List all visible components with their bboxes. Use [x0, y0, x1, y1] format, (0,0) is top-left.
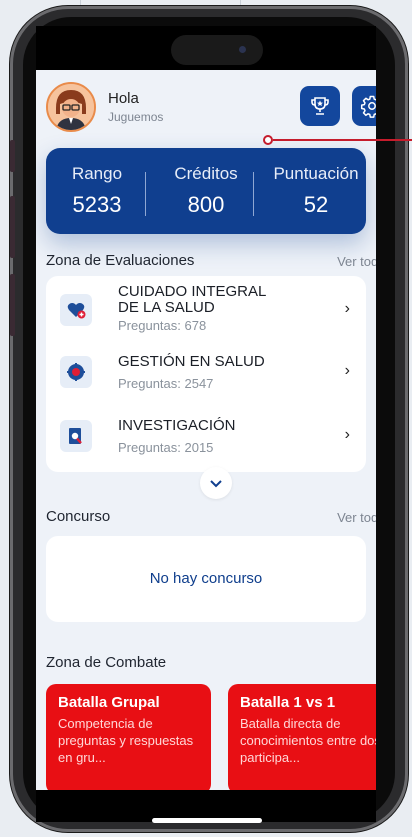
research-icon: [60, 420, 92, 452]
battle-title: Batalla 1 vs 1: [240, 694, 336, 711]
stat-label: Rango: [71, 164, 123, 183]
divider: [253, 172, 254, 216]
group-battle-card[interactable]: Batalla Grupal Competencia de preguntas …: [46, 684, 211, 790]
stat-rank: Rango 5233: [60, 164, 134, 218]
chevron-right-icon: ›: [344, 300, 350, 317]
evaluation-name: GESTIÓN EN SALUD: [118, 353, 265, 370]
list-item[interactable]: CUIDADO INTEGRAL DE LA SALUD Preguntas: …: [46, 280, 366, 340]
greeting-text: Hola: [108, 90, 139, 107]
annotation-line: [273, 139, 412, 141]
trophy-button[interactable]: [300, 86, 340, 126]
evaluation-name: INVESTIGACIÓN: [118, 417, 236, 434]
divider: [145, 172, 146, 216]
settings-button[interactable]: [352, 86, 376, 126]
evaluation-name: CUIDADO INTEGRAL DE LA SALUD: [118, 283, 266, 316]
chevron-right-icon: ›: [344, 362, 350, 379]
duel-battle-card[interactable]: Batalla 1 vs 1 Batalla directa de conoci…: [228, 684, 376, 790]
contest-card: No hay concurso: [46, 536, 366, 622]
evaluations-title: Zona de Evaluaciones: [46, 252, 195, 269]
evaluation-count: Preguntas: 2015: [118, 440, 214, 455]
greeting-subtitle: Juguemos: [108, 110, 164, 124]
phone-side-button: [10, 196, 15, 258]
avatar[interactable]: [46, 82, 96, 132]
empty-contest-text: No hay concurso: [149, 570, 263, 587]
heart-health-icon: [60, 294, 92, 326]
combat-title: Zona de Combate: [46, 654, 167, 671]
contest-see-all-link[interactable]: Ver todos: [337, 510, 376, 525]
stat-label: Créditos: [174, 164, 238, 183]
battle-description: Batalla directa de conocimientos entre d…: [240, 716, 376, 765]
stats-card: Rango 5233 Créditos 800 Puntuación 52: [46, 148, 366, 234]
gear-icon: [360, 95, 376, 118]
trophy-icon: [311, 97, 329, 115]
home-indicator[interactable]: [152, 818, 262, 823]
management-icon: [60, 356, 92, 388]
stat-value: 5233: [72, 192, 122, 217]
evaluations-list: CUIDADO INTEGRAL DE LA SALUD Preguntas: …: [46, 276, 366, 472]
stat-credits: Créditos 800: [156, 164, 256, 218]
battle-title: Batalla Grupal: [58, 694, 160, 711]
camera-icon: [239, 46, 246, 53]
battle-description: Competencia de preguntas y respuestas en…: [58, 716, 194, 765]
evaluations-see-all-link[interactable]: Ver todos: [337, 254, 376, 269]
contest-title: Concurso: [46, 508, 111, 525]
evaluation-count: Preguntas: 2547: [118, 376, 214, 391]
evaluation-count: Preguntas: 678: [118, 318, 207, 333]
annotation-marker: [263, 135, 273, 145]
chevron-down-icon: [210, 480, 222, 488]
phone-side-button: [10, 274, 15, 336]
list-item[interactable]: INVESTIGACIÓN Preguntas: 2015 ›: [46, 406, 366, 466]
stat-score: Puntuación 52: [264, 164, 368, 218]
stat-value: 800: [187, 192, 225, 217]
expand-button[interactable]: [200, 467, 232, 499]
phone-side-button: [10, 140, 15, 172]
list-item[interactable]: GESTIÓN EN SALUD Preguntas: 2547 ›: [46, 342, 366, 402]
dynamic-island: [171, 35, 263, 65]
stat-label: Puntuación: [273, 164, 359, 183]
chevron-right-icon: ›: [344, 426, 350, 443]
app-screen: Hola Juguemos Rango 5233 Créditos 800 Pu…: [36, 70, 376, 790]
stat-value: 52: [303, 192, 329, 217]
